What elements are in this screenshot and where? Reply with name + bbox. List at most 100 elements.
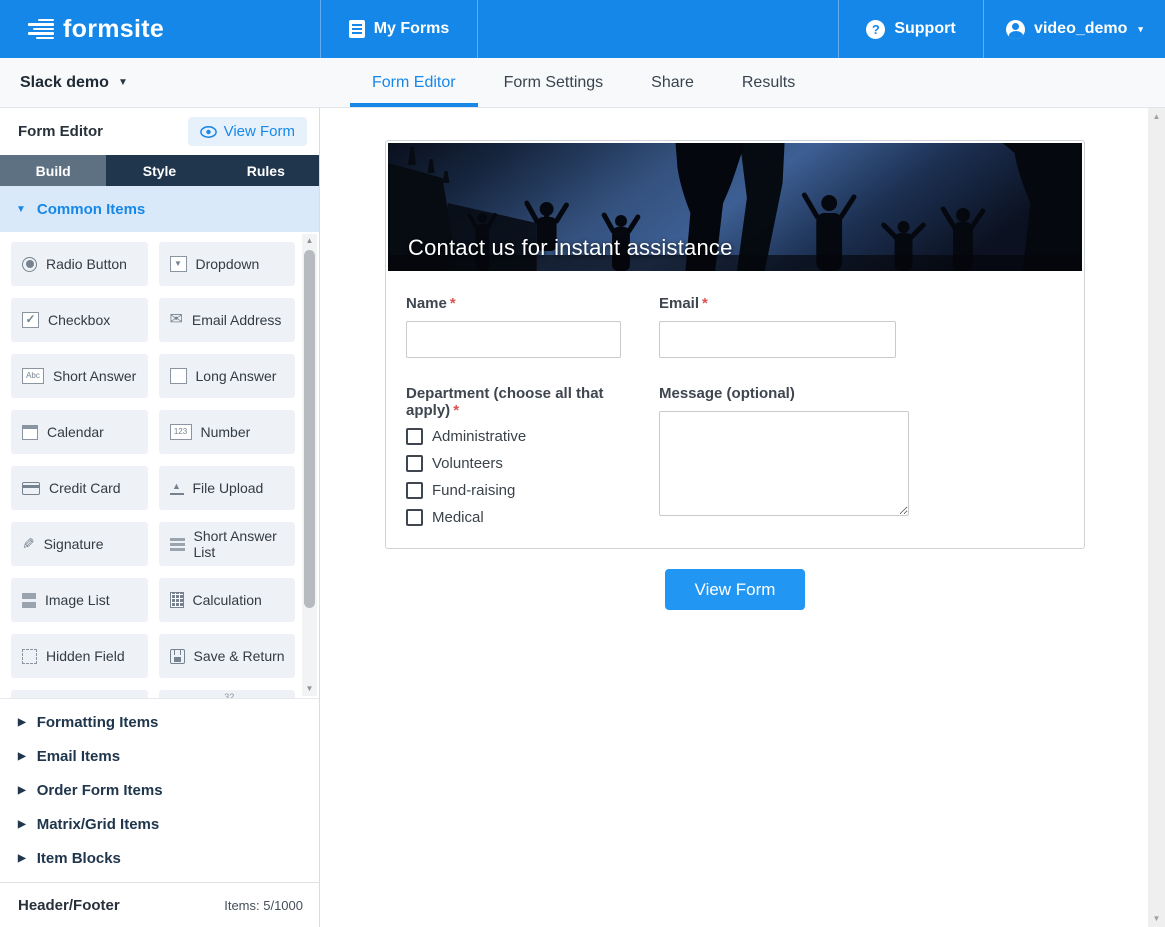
tab-build[interactable]: Build [0, 155, 106, 186]
palette-item-image-list[interactable]: Image List [11, 578, 148, 622]
palette-item-radio-button[interactable]: Radio Button [11, 242, 148, 286]
scroll-up-icon[interactable]: ▲ [1153, 108, 1161, 125]
section-matrix-grid-items[interactable]: ▶ Matrix/Grid Items [0, 807, 319, 841]
option-label: Administrative [432, 428, 526, 445]
pen-icon [22, 537, 35, 552]
item-label: Credit Card [49, 480, 121, 496]
tab-form-editor[interactable]: Form Editor [348, 58, 480, 107]
section-order-form-items[interactable]: ▶ Order Form Items [0, 773, 319, 807]
section-label: Formatting Items [37, 714, 159, 731]
palette-item-partial[interactable]: 32 [159, 690, 296, 698]
checkbox-icon [22, 312, 39, 328]
section-email-items[interactable]: ▶ Email Items [0, 739, 319, 773]
item-label: Signature [44, 536, 104, 552]
section-formatting-items[interactable]: ▶ Formatting Items [0, 705, 319, 739]
envelope-icon [170, 312, 183, 328]
view-form-link[interactable]: View Form [188, 117, 307, 146]
tab-form-settings[interactable]: Form Settings [480, 58, 628, 107]
palette-item-email-address[interactable]: Email Address [159, 298, 296, 342]
section-item-blocks[interactable]: ▶ Item Blocks [0, 841, 319, 875]
common-items-label: Common Items [37, 201, 145, 218]
eye-icon [200, 126, 217, 138]
palette-item-signature[interactable]: Signature [11, 522, 148, 566]
volunteers-checkbox[interactable] [406, 455, 423, 472]
required-asterisk: * [702, 295, 708, 312]
palette-item-dropdown[interactable]: Dropdown [159, 242, 296, 286]
scroll-up-icon[interactable]: ▲ [306, 234, 314, 248]
panel-title: Form Editor [18, 123, 103, 140]
form-heading: Contact us for instant assistance [408, 235, 733, 261]
tab-results[interactable]: Results [718, 58, 819, 107]
palette-item-calculation[interactable]: Calculation [159, 578, 296, 622]
form-canvas: Contact us for instant assistance Name* … [321, 108, 1165, 927]
items-count: Items: 5/1000 [224, 898, 303, 913]
palette-item-long-answer[interactable]: Long Answer [159, 354, 296, 398]
view-form-label: View Form [224, 123, 295, 140]
form-preview-card[interactable]: Contact us for instant assistance Name* … [385, 140, 1085, 549]
palette-item-calendar[interactable]: Calendar [11, 410, 148, 454]
section-collapsed-caret-icon: ▶ [18, 819, 26, 830]
scroll-down-icon[interactable]: ▼ [1153, 910, 1161, 927]
palette-scrollbar[interactable]: ▲ ▼ [302, 234, 317, 696]
section-label: Order Form Items [37, 782, 163, 799]
collapsed-sections: ▶ Formatting Items ▶ Email Items ▶ Order… [0, 698, 319, 875]
email-input[interactable] [659, 321, 896, 358]
123-icon [170, 424, 192, 440]
dropdown-caret-icon: ▼ [118, 77, 128, 88]
palette-item-short-answer-list[interactable]: Short Answer List [159, 522, 296, 566]
view-form-button[interactable]: View Form [665, 569, 805, 610]
editor-sidebar: Form Editor View Form Build Style Rules … [0, 108, 320, 927]
tab-style[interactable]: Style [106, 155, 212, 186]
tab-share[interactable]: Share [627, 58, 718, 107]
palette-item-file-upload[interactable]: File Upload [159, 466, 296, 510]
form-nav-bar: Slack demo ▼ Form Editor Form Settings S… [0, 58, 1165, 108]
fund-raising-checkbox[interactable] [406, 482, 423, 499]
email-field-block: Email* [659, 295, 1064, 358]
item-label: Dropdown [196, 256, 260, 272]
my-forms-button[interactable]: My Forms [320, 0, 478, 58]
common-items-section-header[interactable]: ▼ Common Items [0, 186, 319, 232]
item-label: Short Answer List [194, 528, 290, 560]
formsite-logo[interactable]: formsite [0, 0, 320, 58]
administrative-checkbox[interactable] [406, 428, 423, 445]
medical-checkbox[interactable] [406, 509, 423, 526]
item-label: Email Address [192, 312, 281, 328]
list-lines-icon [170, 538, 185, 551]
form-name-dropdown[interactable]: Slack demo ▼ [0, 58, 300, 107]
message-textarea[interactable] [659, 411, 909, 516]
support-label: Support [894, 20, 955, 38]
palette-item-number[interactable]: Number [159, 410, 296, 454]
message-label: Message (optional) [659, 385, 1064, 402]
palette-item-partial[interactable] [11, 690, 148, 698]
name-input[interactable] [406, 321, 621, 358]
palette-item-credit-card[interactable]: Credit Card [11, 466, 148, 510]
page-scrollbar[interactable]: ▲ ▼ [1148, 108, 1165, 927]
palette-item-checkbox[interactable]: Checkbox [11, 298, 148, 342]
formsite-lines-icon [28, 19, 54, 40]
tab-rules[interactable]: Rules [213, 155, 319, 186]
scrollbar-thumb[interactable] [304, 250, 315, 608]
header-footer-button[interactable]: Header/Footer [18, 897, 120, 914]
account-menu-button[interactable]: video_demo ▾ [983, 0, 1165, 58]
palette-item-save-return[interactable]: Save & Return [159, 634, 296, 678]
palette-item-short-answer[interactable]: Short Answer [11, 354, 148, 398]
form-header-image[interactable]: Contact us for instant assistance [388, 143, 1082, 271]
blank-box-icon [170, 368, 187, 384]
scroll-down-icon[interactable]: ▼ [306, 682, 314, 696]
item-label: Checkbox [48, 312, 110, 328]
item-palette: Radio Button Dropdown Checkbox Email Add… [0, 232, 319, 698]
username: video_demo [1034, 20, 1127, 38]
form-fields: Name* Email* Department (choose all that… [386, 271, 1084, 536]
calendar-icon [22, 425, 38, 440]
dropdown-icon [170, 256, 187, 272]
calculator-icon [170, 592, 184, 608]
item-label: Save & Return [194, 648, 285, 664]
support-button[interactable]: ? Support [838, 0, 983, 58]
palette-item-hidden-field[interactable]: Hidden Field [11, 634, 148, 678]
option-label: Fund-raising [432, 482, 515, 499]
item-label: Hidden Field [46, 648, 125, 664]
my-forms-label: My Forms [374, 20, 450, 38]
question-icon: ? [866, 20, 885, 39]
option-label: Medical [432, 509, 484, 526]
section-label: Email Items [37, 748, 120, 765]
